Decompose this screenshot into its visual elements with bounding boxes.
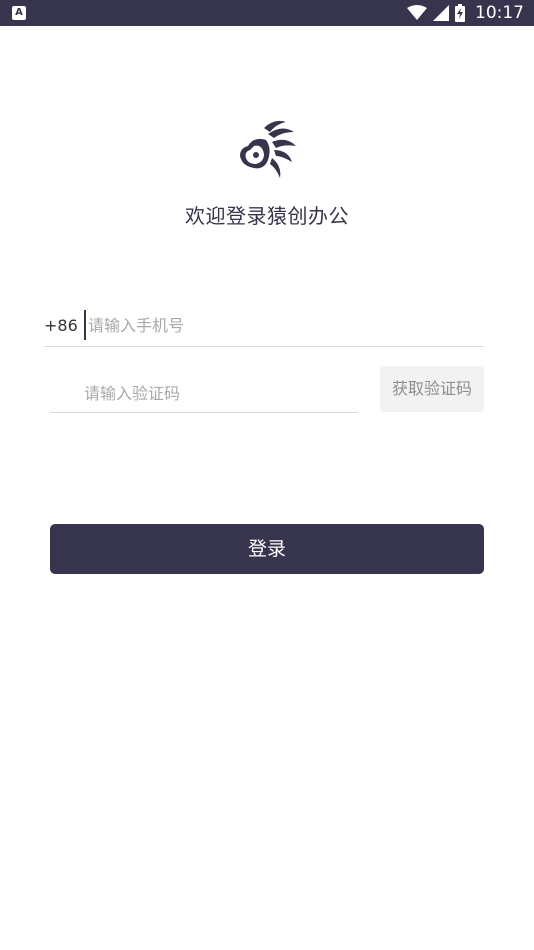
status-time: 10:17 (475, 3, 524, 23)
status-icons: 10:17 (407, 0, 524, 26)
notification-a-icon: A (12, 6, 26, 20)
verification-field (50, 372, 358, 413)
welcome-title: 欢迎登录猿创办公 (185, 204, 349, 228)
login-button[interactable]: 登录 (50, 524, 484, 574)
country-code[interactable]: +86 (44, 316, 78, 335)
get-verification-code-button[interactable]: 获取验证码 (380, 366, 484, 412)
status-bar: A 10:17 (0, 0, 534, 26)
phone-input[interactable] (84, 310, 478, 340)
signal-icon (433, 5, 449, 21)
monkey-logo-icon (234, 118, 300, 182)
phone-field: +86 (44, 306, 484, 347)
battery-charging-icon (455, 4, 465, 22)
verification-code-input[interactable] (84, 378, 344, 408)
wifi-icon (407, 5, 427, 21)
